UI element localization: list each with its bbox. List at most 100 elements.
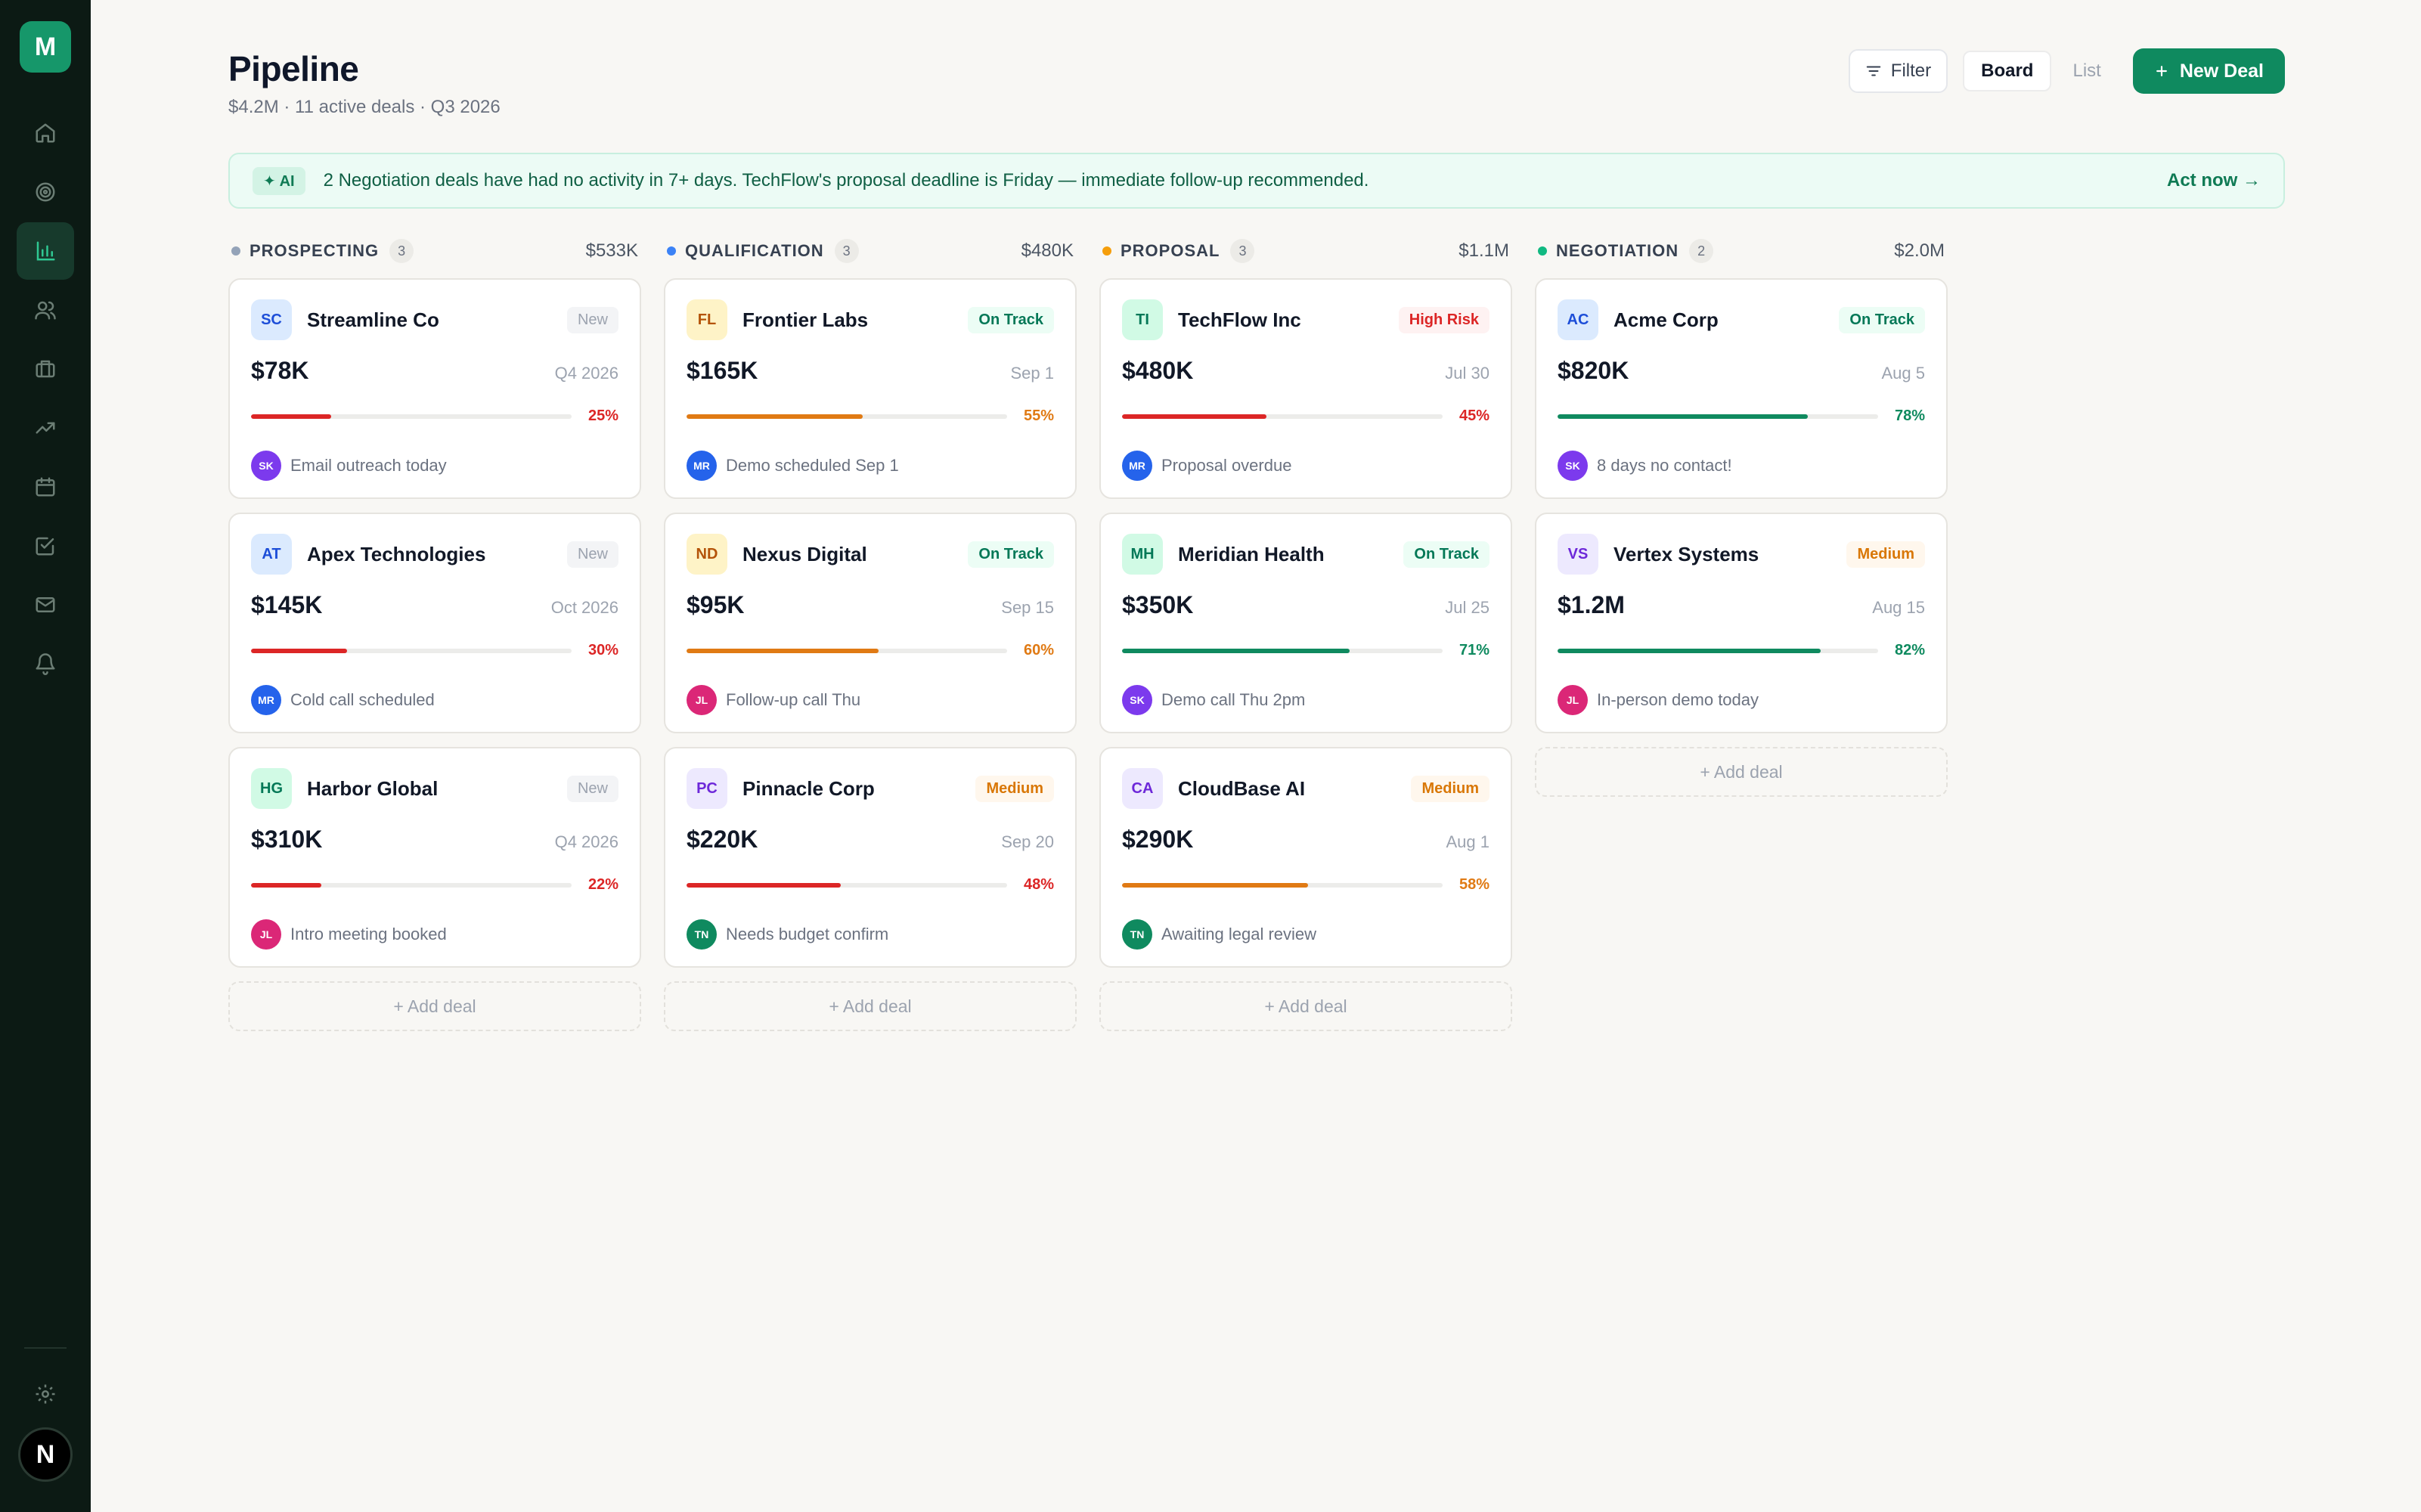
company-name: Apex Technologies [307,542,486,565]
deal-card[interactable]: AT Apex Technologies New $145K Oct 2026 30% MR… [228,513,641,733]
pipeline-board: PROSPECTING 3 $533K SC Streamline Co New $78K Q… [228,239,1948,1031]
deal-card[interactable]: VS Vertex Systems Medium $1.2M Aug 15 82% JL In… [1535,513,1948,733]
deal-card-header: PC Pinnacle Corp Medium [687,768,1054,809]
column-header: PROSPECTING 3 $533K [228,239,641,263]
add-deal-button[interactable]: + Add deal [1099,981,1512,1031]
status-badge: High Risk [1398,306,1489,333]
add-deal-button[interactable]: + Add deal [1535,747,1948,797]
close-date: Aug 1 [1446,832,1490,851]
column-header: QUALIFICATION 3 $480K [664,239,1077,263]
deal-card-header: CA CloudBase AI Medium [1122,768,1489,809]
deal-value-row: $165K Sep 1 [687,357,1054,385]
status-badge: New [566,306,618,333]
probability-percent: 45% [1458,407,1489,424]
deal-card[interactable]: MH Meridian Health On Track $350K Jul 25 71% S… [1099,513,1512,733]
close-date: Jul 25 [1445,598,1489,617]
sidebar-item-tasks[interactable] [17,517,74,575]
add-deal-button[interactable]: + Add deal [228,981,641,1031]
probability-percent: 71% [1458,642,1489,658]
activity-text: Proposal overdue [1161,456,1292,475]
sidebar-nav [17,104,74,692]
probability-row: 55% [687,407,1054,425]
deal-amount: $145K [251,591,323,618]
probability-percent: 25% [587,407,618,424]
deal-card-header: MH Meridian Health On Track [1122,534,1489,575]
deal-value-row: $310K Q4 2026 [251,826,618,854]
probability-bar [687,648,1007,653]
deal-card[interactable]: PC Pinnacle Corp Medium $220K Sep 20 48% TN Nee… [664,747,1077,968]
sidebar-item-companies[interactable] [17,340,74,398]
checkbox-icon [36,537,54,556]
next-activity: MR Demo scheduled Sep 1 [687,451,1054,481]
new-deal-label: New Deal [2179,60,2264,82]
deal-card[interactable]: CA CloudBase AI Medium $290K Aug 1 58% TN Await… [1099,747,1512,968]
filter-button[interactable]: Filter [1848,49,1948,93]
company-name: CloudBase AI [1178,776,1306,800]
deal-card-header: FL Frontier Labs On Track [687,299,1054,340]
status-badge: New [566,541,618,568]
deal-amount: $310K [251,826,323,853]
ai-badge: ✦ AI [253,166,305,195]
stage-dot [667,246,676,256]
act-now-link[interactable]: Act now → [2167,170,2261,191]
probability-bar [1558,414,1878,419]
sidebar-item-notifications[interactable] [17,635,74,692]
sidebar-item-targets[interactable] [17,163,74,221]
company-name: Streamline Co [307,308,439,331]
deal-card[interactable]: AC Acme Corp On Track $820K Aug 5 78% SK 8 days… [1535,278,1948,499]
probability-fill [1558,648,1821,653]
settings-button[interactable] [17,1371,74,1417]
probability-fill [687,414,863,419]
page-subtitle: $4.2M · 11 active deals · Q3 2026 [228,97,501,117]
column-header: NEGOTIATION 2 $2.0M [1535,239,1948,263]
company-name: Pinnacle Corp [742,776,875,800]
ai-insight-text: 2 Negotiation deals have had no activity… [323,170,1369,191]
deal-card[interactable]: SC Streamline Co New $78K Q4 2026 25% SK Email … [228,278,641,499]
sidebar-item-calendar[interactable] [17,458,74,516]
next-activity: JL In-person demo today [1558,685,1925,715]
sidebar-divider [24,1347,67,1349]
close-date: Aug 15 [1872,598,1925,617]
deal-card[interactable]: FL Frontier Labs On Track $165K Sep 1 55% MR De… [664,278,1077,499]
deal-card[interactable]: TI TechFlow Inc High Risk $480K Jul 30 45% MR P… [1099,278,1512,499]
page-title: Pipeline [228,49,359,88]
next-activity: JL Follow-up call Thu [687,685,1054,715]
next-activity: JL Intro meeting booked [251,919,618,950]
app-logo[interactable]: M [20,21,71,73]
company-avatar: AT [251,534,292,575]
probability-bar [251,882,572,888]
probability-bar [1122,882,1443,888]
sidebar-item-analytics[interactable] [17,399,74,457]
user-avatar[interactable]: N [18,1427,73,1482]
probability-fill [1122,882,1308,888]
probability-row: 58% [1122,876,1489,894]
owner-avatar: MR [251,685,281,715]
deal-amount: $1.2M [1558,591,1625,618]
next-activity: MR Proposal overdue [1122,451,1489,481]
sidebar-item-contacts[interactable] [17,281,74,339]
new-deal-button[interactable]: New Deal [2132,48,2285,94]
deal-card-header: VS Vertex Systems Medium [1558,534,1925,575]
add-deal-button[interactable]: + Add deal [664,981,1077,1031]
probability-fill [687,882,841,888]
deal-card[interactable]: HG Harbor Global New $310K Q4 2026 22% JL Intro… [228,747,641,968]
target-icon [36,182,55,202]
owner-avatar: MR [1122,451,1152,481]
deal-amount: $290K [1122,826,1194,853]
sidebar-item-mail[interactable] [17,576,74,634]
company-name: Harbor Global [307,776,439,800]
view-toggle: Board List [1963,51,2118,91]
briefcase-icon [36,360,55,378]
company-avatar: MH [1122,534,1163,575]
next-activity: MR Cold call scheduled [251,685,618,715]
probability-fill [1122,414,1266,419]
deal-card[interactable]: ND Nexus Digital On Track $95K Sep 15 60% JL Fo… [664,513,1077,733]
activity-text: Demo call Thu 2pm [1161,690,1306,709]
view-list-button[interactable]: List [2056,51,2117,91]
home-icon [36,123,55,143]
company-avatar: VS [1558,534,1598,575]
sidebar-item-home[interactable] [17,104,74,162]
sidebar-item-pipeline[interactable] [17,222,74,280]
company-avatar: PC [687,768,727,809]
view-board-button[interactable]: Board [1963,51,2052,91]
